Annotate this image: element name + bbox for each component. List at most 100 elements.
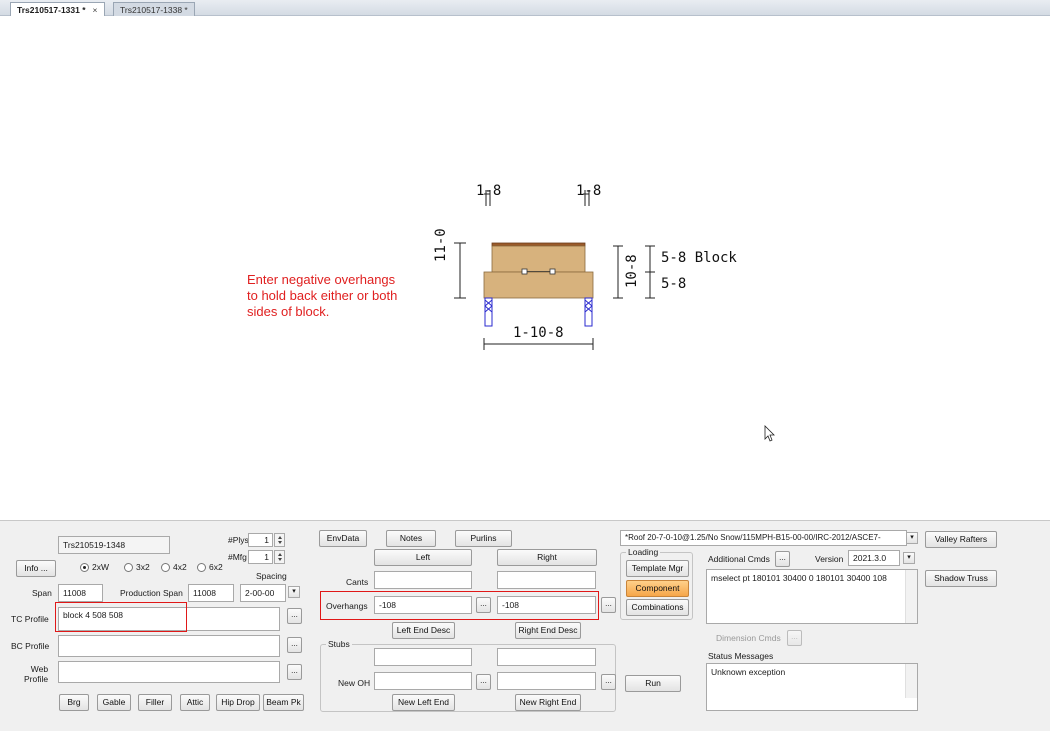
tab-close-icon[interactable]: ×	[93, 5, 98, 15]
additional-cmds-scrollbar[interactable]	[905, 570, 917, 623]
additional-cmds-label: Additional Cmds	[708, 554, 770, 564]
additional-cmds-textarea[interactable]: mselect pt 180101 30400 0 180101 30400 1…	[706, 569, 918, 624]
hip-drop-button[interactable]: Hip Drop	[216, 694, 260, 711]
new-oh-left-browse-button[interactable]: ...	[476, 674, 491, 690]
production-span-field[interactable]: 11008	[188, 584, 234, 602]
info-button[interactable]: Info ...	[16, 560, 56, 577]
filler-button[interactable]: Filler	[138, 694, 172, 711]
dim-bottom-span: 1-10-8	[513, 325, 564, 341]
bc-profile-label: BC Profile	[11, 641, 50, 651]
tab-label: Trs210517-1338 *	[120, 5, 188, 15]
envdata-button[interactable]: EnvData	[319, 530, 367, 547]
truss-input-panel: Trs210519-1348 #Plys 1 #Mfg 1 Info ... 2…	[0, 520, 1050, 731]
gable-button[interactable]: Gable	[97, 694, 131, 711]
right-end-desc-button[interactable]: Right End Desc	[515, 622, 581, 639]
tab-trs210517-1338[interactable]: Trs210517-1338 *	[113, 2, 195, 16]
overhang-left-browse-button[interactable]: ...	[476, 597, 491, 613]
mfg-field[interactable]: 1	[248, 550, 273, 564]
spacing-dropdown-icon[interactable]: ▾	[288, 586, 300, 598]
plate-right	[549, 268, 556, 275]
dim-top-right: 1-8	[576, 183, 602, 199]
mouse-cursor-icon	[764, 425, 775, 442]
notes-button[interactable]: Notes	[386, 530, 436, 547]
radio-2xw[interactable]	[80, 563, 89, 572]
dimension-cmds-label: Dimension Cmds	[716, 633, 781, 643]
truss-name-field[interactable]: Trs210519-1348	[58, 536, 170, 554]
overhangs-label: Overhangs	[326, 601, 368, 611]
cants-right-field[interactable]	[497, 571, 596, 589]
version-field[interactable]: 2021.3.0	[848, 550, 900, 566]
span-field[interactable]: 11008	[58, 584, 103, 602]
status-messages-label: Status Messages	[708, 651, 774, 661]
radio-4x2[interactable]	[161, 563, 170, 572]
right-button[interactable]: Right	[497, 549, 597, 566]
beam-pk-button[interactable]: Beam Pk	[263, 694, 304, 711]
cants-left-field[interactable]	[374, 571, 472, 589]
template-mgr-button[interactable]: Template Mgr	[626, 560, 689, 577]
component-button[interactable]: Component	[626, 580, 689, 597]
web-profile-browse-button[interactable]: ...	[287, 664, 302, 680]
combinations-button[interactable]: Combinations	[626, 599, 689, 616]
stubs-left-field[interactable]	[374, 648, 472, 666]
new-oh-right-browse-button[interactable]: ...	[601, 674, 616, 690]
status-messages-textarea[interactable]: Unknown exception	[706, 663, 918, 711]
version-label: Version	[815, 554, 844, 564]
plys-label: #Plys	[228, 535, 249, 545]
document-tab-strip: Trs210517-1331 * × Trs210517-1338 *	[0, 0, 1050, 16]
overhang-right-browse-button[interactable]: ...	[601, 597, 616, 613]
tc-profile-highlight	[55, 602, 187, 632]
radio-6x2-label: 6x2	[209, 562, 223, 572]
tab-trs210517-1331[interactable]: Trs210517-1331 * ×	[10, 2, 105, 16]
tc-profile-browse-button[interactable]: ...	[287, 608, 302, 624]
status-messages-text: Unknown exception	[711, 667, 786, 677]
mfg-spinner[interactable]	[274, 550, 285, 564]
overhang-left-field[interactable]: -108	[374, 596, 472, 614]
tc-profile-label: TC Profile	[11, 614, 49, 624]
dim-right-upper: 5-8 Block	[661, 250, 737, 266]
block-lower-member	[483, 271, 594, 299]
radio-4x2-label: 4x2	[173, 562, 187, 572]
dimension-cmds-browse-button[interactable]: ...	[787, 630, 802, 646]
truss-drawing-canvas[interactable]: Enter negative overhangs to hold back ei…	[0, 16, 1050, 520]
stubs-right-field[interactable]	[497, 648, 596, 666]
new-oh-right-field[interactable]	[497, 672, 596, 690]
bc-profile-field[interactable]	[58, 635, 280, 657]
status-messages-vscrollbar[interactable]	[905, 664, 917, 698]
block-top-chord	[491, 242, 586, 247]
loading-label: Loading	[626, 547, 661, 557]
loading-dropdown-icon[interactable]: ▾	[906, 532, 918, 544]
new-left-end-button[interactable]: New Left End	[392, 694, 455, 711]
additional-cmds-browse-button[interactable]: ...	[775, 551, 790, 567]
block-upper-member	[491, 245, 586, 273]
plys-spinner[interactable]	[274, 533, 285, 547]
purlins-button[interactable]: Purlins	[455, 530, 512, 547]
stubs-label: Stubs	[326, 639, 352, 649]
web-profile-field[interactable]	[58, 661, 280, 683]
additional-cmds-text: mselect pt 180101 30400 0 180101 30400 1…	[711, 573, 887, 583]
web-profile-label: Web Profile	[24, 664, 49, 684]
bearing-left	[484, 297, 493, 327]
left-button[interactable]: Left	[374, 549, 472, 566]
radio-6x2[interactable]	[197, 563, 206, 572]
radio-3x2[interactable]	[124, 563, 133, 572]
new-oh-left-field[interactable]	[374, 672, 472, 690]
plys-field[interactable]: 1	[248, 533, 273, 547]
loading-dropdown[interactable]: *Roof 20-7-0-10@1.25/No Snow/115MPH-B15-…	[620, 530, 907, 546]
overhang-right-field[interactable]: -108	[497, 596, 596, 614]
left-height-dim-line	[454, 242, 466, 299]
new-oh-label: New OH	[338, 678, 371, 688]
attic-button[interactable]: Attic	[180, 694, 210, 711]
dim-right-height: 10-8	[624, 254, 640, 288]
dim-top-left: 1-8	[476, 183, 502, 199]
run-button[interactable]: Run	[625, 675, 681, 692]
new-right-end-button[interactable]: New Right End	[515, 694, 581, 711]
bc-profile-browse-button[interactable]: ...	[287, 637, 302, 653]
truss-diagram	[454, 190, 775, 442]
valley-rafters-button[interactable]: Valley Rafters	[925, 531, 997, 548]
version-dropdown-icon[interactable]: ▾	[903, 552, 915, 564]
left-end-desc-button[interactable]: Left End Desc	[392, 622, 455, 639]
mfg-label: #Mfg	[228, 552, 247, 562]
shadow-truss-button[interactable]: Shadow Truss	[925, 570, 997, 587]
spacing-field[interactable]: 2-00-00	[240, 584, 286, 602]
brg-button[interactable]: Brg	[59, 694, 89, 711]
